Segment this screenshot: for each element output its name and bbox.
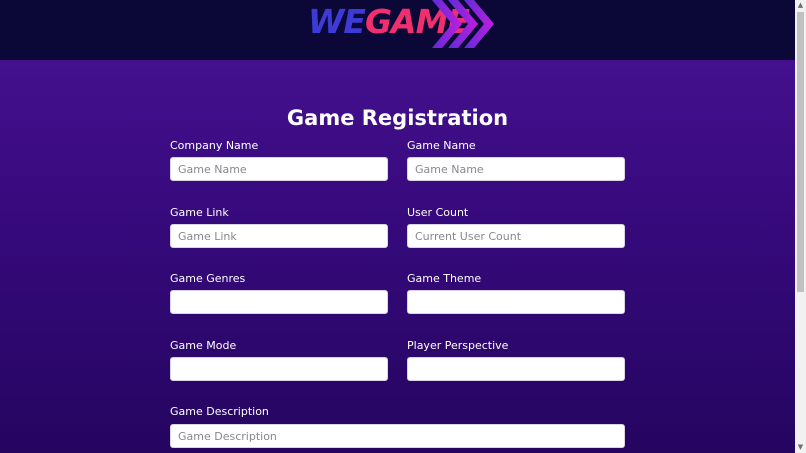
game-theme-label: Game Theme (407, 272, 482, 285)
player-perspective-input[interactable] (407, 357, 625, 381)
game-theme-input[interactable] (407, 290, 625, 314)
game-description-input[interactable] (170, 424, 625, 448)
scroll-up-icon[interactable]: ▲ (795, 0, 806, 11)
company-name-label: Company Name (170, 139, 259, 152)
game-name-label: Game Name (407, 139, 476, 152)
top-navbar: WEGAME (0, 0, 795, 60)
vertical-scrollbar[interactable]: ▲ ▼ (795, 0, 806, 453)
game-genres-input[interactable] (170, 290, 388, 314)
game-mode-label: Game Mode (170, 339, 237, 352)
wegame-logo[interactable]: WEGAME (308, 0, 494, 52)
scroll-down-icon[interactable]: ▼ (795, 442, 806, 453)
scrollbar-thumb[interactable] (797, 12, 804, 292)
game-link-label: Game Link (170, 206, 229, 219)
game-link-input[interactable] (170, 224, 388, 248)
page-title: Game Registration (286, 106, 509, 131)
user-count-label: User Count (407, 206, 469, 219)
game-name-input[interactable] (407, 157, 625, 181)
registration-section: Game Registration Company Name Game Name… (0, 60, 795, 453)
chevron-arrows-icon (432, 0, 494, 48)
page-viewport: WEGAME Game Registration Company Name Ga… (0, 0, 795, 453)
logo-text-we: WE (308, 2, 366, 41)
company-name-input[interactable] (170, 157, 388, 181)
user-count-input[interactable] (407, 224, 625, 248)
game-mode-input[interactable] (170, 357, 388, 381)
player-perspective-label: Player Perspective (407, 339, 509, 352)
game-description-label: Game Description (170, 405, 269, 418)
game-genres-label: Game Genres (170, 272, 246, 285)
